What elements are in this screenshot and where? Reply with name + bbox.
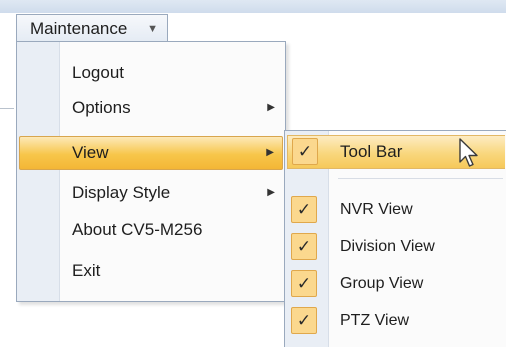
maintenance-dropdown-menu: Logout Options ▶ View ▶ Display Style ▶ …	[16, 41, 286, 302]
checkmark-icon: ✓	[291, 196, 317, 223]
submenu-item-label: Tool Bar	[340, 142, 403, 161]
maintenance-menu-button[interactable]: Maintenance ▼	[16, 14, 168, 42]
submenu-item-group-view[interactable]: ✓ Group View	[287, 267, 505, 301]
menu-item-label: Exit	[72, 261, 101, 280]
submenu-item-division-view[interactable]: ✓ Division View	[287, 230, 505, 264]
submenu-separator	[338, 178, 503, 179]
menu-bar	[0, 0, 506, 13]
submenu-item-label: Group View	[340, 275, 424, 292]
chevron-right-icon: ▶	[266, 147, 274, 158]
menu-item-view[interactable]: View ▶	[19, 136, 283, 170]
submenu-item-label: NVR View	[340, 201, 413, 218]
menu-item-label: Options	[72, 98, 131, 117]
checkmark-icon: ✓	[291, 270, 317, 297]
menu-item-label: Logout	[72, 63, 124, 82]
submenu-item-label: Division View	[340, 238, 435, 255]
checkmark-icon: ✓	[291, 233, 317, 260]
menu-item-label: About CV5-M256	[72, 220, 203, 239]
menu-item-exit[interactable]: Exit	[19, 254, 283, 288]
menu-item-logout[interactable]: Logout	[19, 56, 283, 90]
chevron-right-icon: ▶	[267, 102, 275, 113]
submenu-item-ptz-view[interactable]: ✓ PTZ View	[287, 304, 505, 338]
chevron-down-icon: ▼	[147, 23, 158, 35]
submenu-item-nvr-view[interactable]: ✓ NVR View	[287, 193, 505, 227]
menu-item-display-style[interactable]: Display Style ▶	[19, 176, 283, 210]
window-edge-line	[0, 108, 14, 109]
menu-item-about[interactable]: About CV5-M256	[19, 213, 283, 247]
mouse-pointer-icon	[459, 138, 478, 167]
menu-item-label: Display Style	[72, 183, 171, 202]
checkmark-icon: ✓	[292, 138, 318, 165]
maintenance-menu-label: Maintenance	[30, 19, 128, 38]
checkmark-icon: ✓	[291, 307, 317, 334]
menu-item-options[interactable]: Options ▶	[19, 91, 283, 125]
chevron-right-icon: ▶	[267, 187, 275, 198]
submenu-item-label: PTZ View	[340, 312, 410, 329]
menu-item-label: View	[72, 143, 109, 162]
